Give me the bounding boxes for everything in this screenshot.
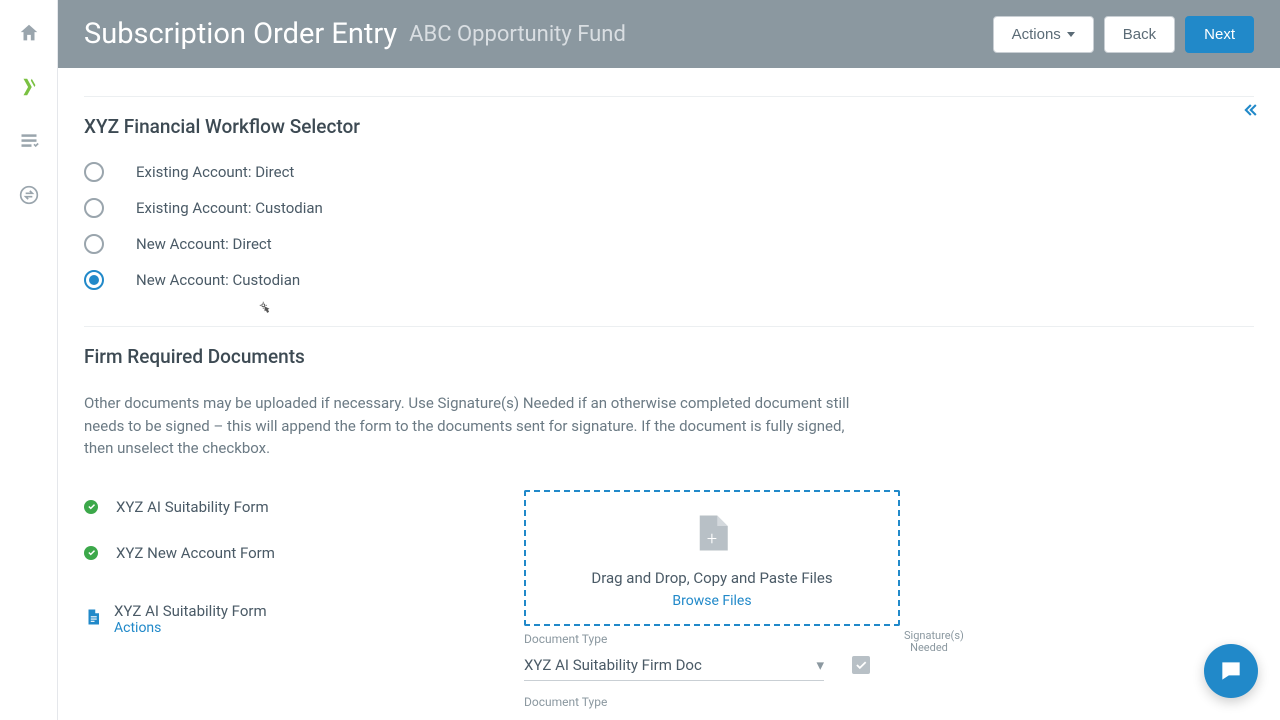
document-type-select[interactable]: XYZ AI Suitability Firm Doc ▾ (524, 650, 824, 681)
left-sidebar (0, 0, 58, 720)
radio-label: New Account: Custodian (136, 271, 300, 289)
next-button[interactable]: Next (1185, 16, 1254, 53)
chat-fab[interactable] (1204, 644, 1258, 698)
dropzone-text: Drag and Drop, Copy and Paste Files (591, 569, 832, 587)
file-icon (84, 606, 102, 632)
radio-existing-direct[interactable]: Existing Account: Direct (84, 162, 1254, 182)
radio-new-direct[interactable]: New Account: Direct (84, 234, 1254, 254)
actions-button-label: Actions (1012, 26, 1061, 43)
page-subtitle: ABC Opportunity Fund (409, 22, 626, 47)
radio-existing-custodian[interactable]: Existing Account: Custodian (84, 198, 1254, 218)
radio-icon (84, 162, 104, 182)
signature-needed-header: Signature(s) Needed (904, 630, 954, 654)
home-icon[interactable] (18, 22, 40, 44)
uploaded-doc-actions-link[interactable]: Actions (114, 620, 267, 636)
chevron-down-icon (1067, 32, 1075, 37)
brand-x-icon[interactable] (18, 76, 40, 98)
required-doc-item: XYZ AI Suitability Form (84, 498, 384, 516)
file-dropzone[interactable]: + Drag and Drop, Copy and Paste Files Br… (524, 490, 900, 626)
radio-icon (84, 198, 104, 218)
documents-title: Firm Required Documents (84, 345, 1254, 368)
collapse-right-icon[interactable] (1240, 100, 1260, 124)
page-title: Subscription Order Entry (84, 17, 397, 51)
divider (84, 326, 1254, 327)
uploaded-doc-name: XYZ AI Suitability Form (114, 602, 267, 620)
browse-files-link[interactable]: Browse Files (672, 593, 751, 609)
actions-button[interactable]: Actions (993, 16, 1094, 53)
chevron-down-icon: ▾ (816, 656, 824, 674)
uploaded-doc-row: XYZ AI Suitability Form Actions (84, 602, 384, 636)
divider (84, 96, 1254, 97)
list-check-icon[interactable] (18, 130, 40, 152)
cursor-icon (258, 300, 272, 317)
radio-icon (84, 234, 104, 254)
required-doc-label: XYZ AI Suitability Form (116, 498, 269, 516)
file-plus-icon: + (691, 507, 733, 563)
workflow-title: XYZ Financial Workflow Selector (84, 115, 1254, 138)
check-icon (84, 500, 98, 514)
required-doc-item: XYZ New Account Form (84, 544, 384, 562)
radio-new-custodian[interactable]: New Account: Custodian (84, 270, 1254, 290)
radio-label: New Account: Direct (136, 235, 272, 253)
radio-icon-selected (84, 270, 104, 290)
check-icon (84, 546, 98, 560)
document-type-value: XYZ AI Suitability Firm Doc (524, 656, 702, 674)
radio-label: Existing Account: Custodian (136, 199, 323, 217)
required-doc-label: XYZ New Account Form (116, 544, 275, 562)
back-button[interactable]: Back (1104, 16, 1175, 53)
page-header: Subscription Order Entry ABC Opportunity… (58, 0, 1280, 68)
document-type-label-2: Document Type (524, 695, 900, 709)
document-type-label: Document Type (524, 632, 900, 646)
transfer-icon[interactable] (18, 184, 40, 206)
signature-needed-checkbox[interactable] (852, 656, 870, 674)
radio-label: Existing Account: Direct (136, 163, 294, 181)
workflow-radio-group: Existing Account: Direct Existing Accoun… (84, 162, 1254, 290)
documents-description: Other documents may be uploaded if neces… (84, 392, 874, 460)
